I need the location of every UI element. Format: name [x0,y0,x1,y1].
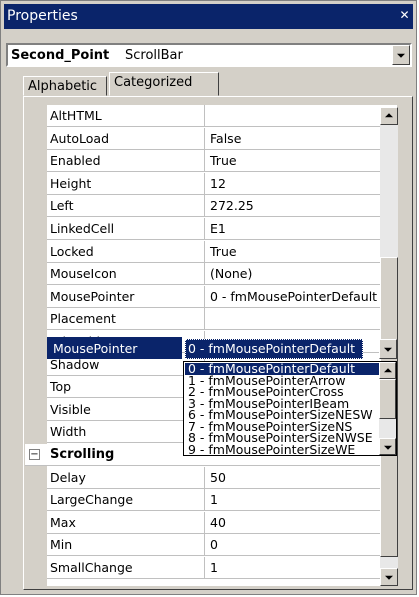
column-divider [204,534,205,557]
property-row[interactable]: Max 40 [47,511,397,534]
column-divider [204,263,205,286]
property-value[interactable]: 272.25 [210,198,254,213]
title-bar[interactable]: Properties ✕ [4,4,413,29]
property-row[interactable]: Delay 50 [47,466,397,489]
property-name: AltHTML [50,108,102,123]
property-value[interactable]: 1 [210,492,218,507]
column-divider [204,218,205,240]
property-value[interactable]: 1 [210,560,218,575]
property-row[interactable]: Left 272.25 [47,195,397,218]
dropdown-option[interactable]: 0 - fmMousePointerDefault [185,363,379,375]
dropdown-scroll-thumb[interactable] [379,379,396,419]
chevron-up-icon [383,367,392,372]
object-selector[interactable]: Second_Point ScrollBar [6,43,412,67]
property-row[interactable]: AutoLoad False [47,127,397,150]
object-name: Second_Point [11,48,110,63]
property-name: AutoLoad [50,130,110,146]
chevron-down-icon [397,53,405,58]
scroll-up-button[interactable] [380,107,398,125]
chevron-down-icon [384,347,392,352]
mousepointer-dropdown-list[interactable]: 0 - fmMousePointerDefault 1 - fmMousePoin… [183,361,397,456]
object-selector-dropdown-button[interactable] [392,45,410,65]
property-value[interactable]: (None) [210,266,252,281]
dropdown-scroll-up-button[interactable] [379,362,396,379]
property-name: LinkedCell [50,221,115,236]
property-row[interactable]: LinkedCell E1 [47,218,397,240]
property-name: Placement [50,311,116,327]
selected-property-name[interactable]: MousePointer [47,337,182,359]
property-name: Height [50,175,92,191]
property-value[interactable]: 50 [210,470,226,485]
dropdown-scroll-down-button[interactable] [379,438,396,455]
dropdown-option[interactable]: 9 - fmMousePointerSizeWE [185,444,379,456]
window-title: Properties [7,8,78,24]
dropdown-option[interactable]: 1 - fmMousePointerArrow [185,375,379,387]
property-name: MouseIcon [50,266,117,282]
property-row[interactable]: Placement [47,308,397,331]
column-divider [204,240,205,263]
chevron-down-icon [385,575,393,580]
property-name: Left [50,198,74,214]
tab-categorized[interactable]: Categorized [109,72,219,96]
close-icon[interactable]: ✕ [398,9,411,22]
property-row[interactable]: Enabled True [47,150,397,173]
column-divider [204,150,205,173]
property-value[interactable]: True [210,244,237,259]
property-value[interactable]: 40 [210,515,226,530]
column-divider [204,466,205,489]
property-name: Delay [50,469,86,485]
column-divider [204,557,205,579]
property-name: Width [50,424,87,440]
property-row[interactable]: Height 12 [47,172,397,195]
category-name: Scrolling [50,447,115,462]
chevron-up-icon [385,113,393,118]
property-name: Top [50,379,72,395]
dropdown-option[interactable]: 2 - fmMousePointerCross [185,386,379,398]
property-row[interactable]: MousePointer 0 - fmMousePointerDefault [47,285,397,308]
property-row[interactable]: Locked True [47,240,397,263]
column-divider [204,489,205,512]
mousepointer-dropdown-button[interactable] [379,339,397,359]
property-value[interactable]: False [210,131,241,146]
property-row[interactable]: Min 0 [47,534,397,557]
column-divider [204,308,205,331]
dropdown-option[interactable]: 6 - fmMousePointerSizeNESW [185,409,379,421]
mousepointer-value-field[interactable]: 0 - fmMousePointerDefault [185,339,363,359]
property-name: Locked [50,243,94,259]
grid-gutter [25,105,47,586]
dropdown-option[interactable]: 7 - fmMousePointerSizeNS [185,421,379,433]
property-row[interactable]: SmallChange 1 [47,557,397,579]
property-value[interactable]: 12 [210,176,226,191]
dropdown-option[interactable]: 8 - fmMousePointerSizeNWSE [185,432,379,444]
property-value[interactable]: True [210,153,237,168]
property-name: MousePointer [50,288,135,304]
column-divider [204,127,205,150]
object-type: ScrollBar [125,48,183,63]
property-value[interactable]: 0 [210,537,218,552]
scroll-down-button[interactable] [380,568,398,586]
property-name: Max [50,514,76,530]
property-value[interactable]: 0 - fmMousePointerDefault [210,289,377,304]
property-value[interactable]: E1 [210,221,226,236]
property-row[interactable]: MouseIcon (None) [47,263,397,286]
dropdown-scrollbar[interactable] [379,362,396,455]
column-divider [204,195,205,218]
tab-alphabetic[interactable]: Alphabetic [23,76,107,96]
property-name: Min [50,537,73,553]
property-name: SmallChange [50,560,133,575]
property-name: Visible [50,401,91,417]
column-divider [204,285,205,308]
column-divider [204,172,205,195]
chevron-down-icon [383,445,392,450]
minus-box-icon[interactable]: − [29,449,40,460]
column-divider [204,105,205,127]
property-name: Enabled [50,153,101,169]
dropdown-option[interactable]: 3 - fmMousePointerIBeam [185,398,379,410]
column-divider [204,511,205,534]
property-row[interactable]: AltHTML [47,105,397,127]
property-name: LargeChange [50,492,134,508]
property-row[interactable]: LargeChange 1 [47,489,397,512]
